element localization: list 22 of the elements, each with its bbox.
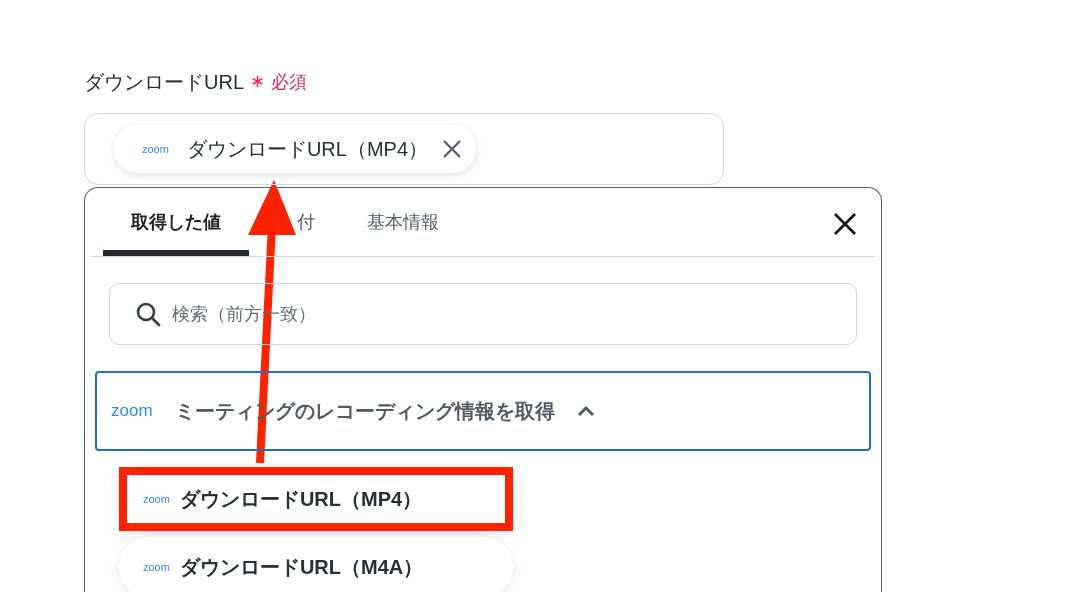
required-text: 必須 [271,71,308,94]
list-item[interactable]: zoom ダウンロードURL（M4A） [119,537,513,592]
url-field[interactable]: zoom ダウンロードURL（MP4） [84,113,724,185]
close-icon[interactable] [442,139,463,159]
tab[interactable]: 取得した値 [103,188,249,256]
chip-label: ダウンロードURL（MP4） [186,136,429,162]
zoom-logo: zoom [143,561,170,573]
zoom-logo: zoom [111,401,153,421]
highlighted-list-item[interactable]: zoom ダウンロードURL（MP4） [119,467,513,531]
search-input[interactable]: 検索（前方一致） [109,283,857,345]
tab[interactable]: 付 [297,188,315,256]
group-title: ミーティングのレコーディング情報を取得 [174,398,555,424]
tab[interactable]: 基本情報 [367,188,439,256]
zoom-logo: zoom [143,493,170,505]
item-label: ダウンロードURL（MP4） [179,486,423,512]
search-icon [135,301,161,327]
item-label: ダウンロードURL（M4A） [179,554,424,580]
required-asterisk: ∗ [250,70,266,93]
zoom-logo: zoom [142,143,169,155]
field-label: ダウンロードURL [84,69,244,95]
close-icon[interactable] [833,212,857,236]
group-header[interactable]: zoom ミーティングのレコーディング情報を取得 [95,371,871,451]
